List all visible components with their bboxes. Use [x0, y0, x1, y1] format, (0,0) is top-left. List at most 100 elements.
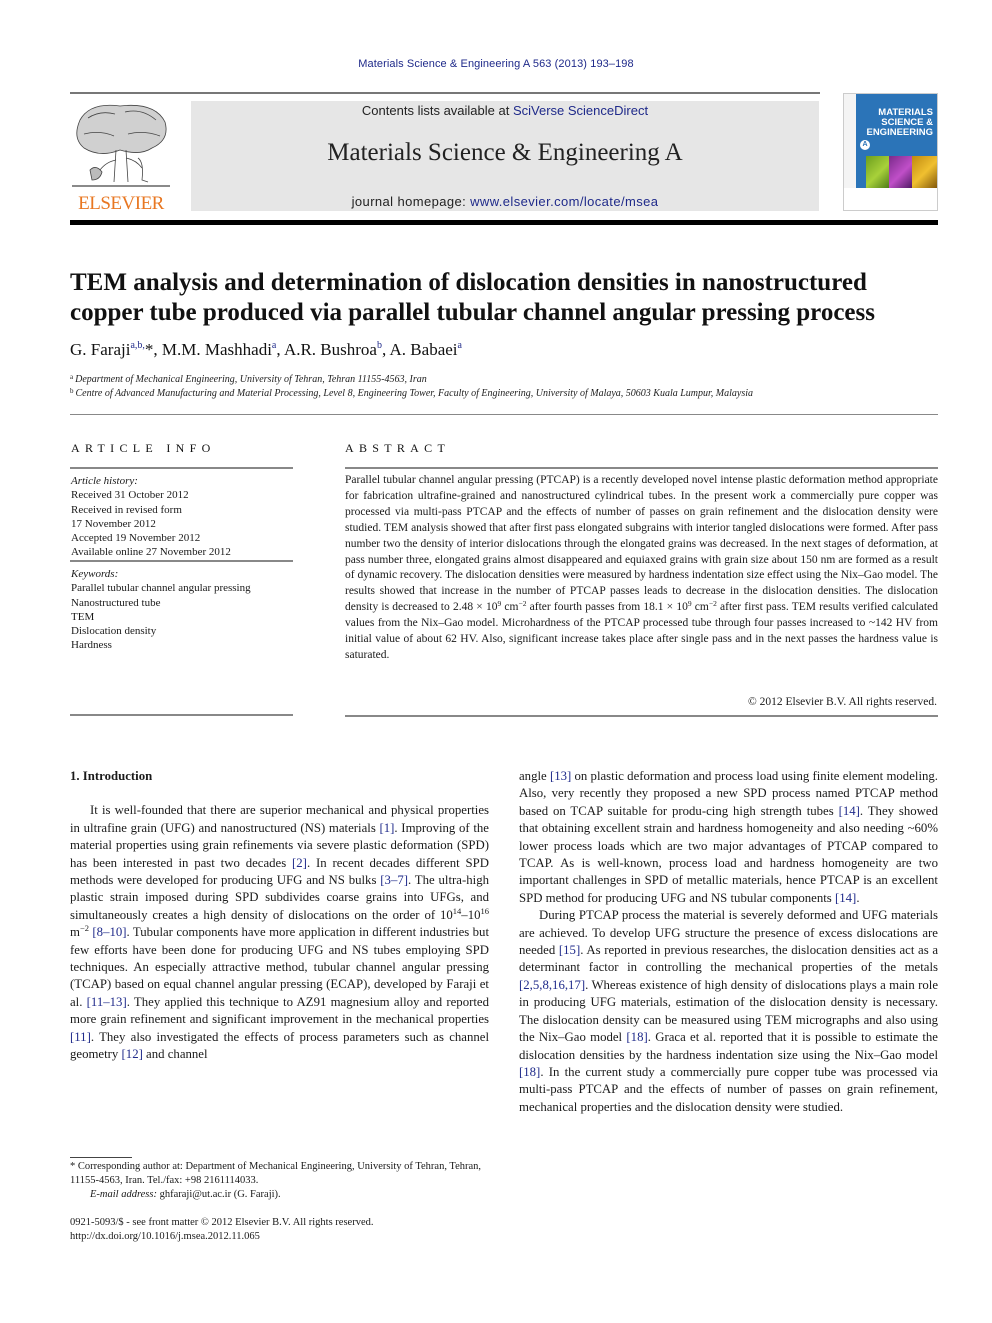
affiliation-mark: a [70, 373, 74, 381]
abstract-segment: after fourth passes from 18.1 × 10 [526, 601, 688, 614]
abstract-segment: Parallel tubular channel angular pressin… [345, 474, 938, 614]
email-label: E-mail address: [90, 1189, 157, 1200]
homepage-prefix: journal homepage: [351, 194, 471, 209]
cover-badge: A [860, 140, 870, 150]
elsevier-wordmark: ELSEVIER [78, 193, 164, 214]
superscript: −2 [79, 923, 90, 934]
history-label: Article history: [71, 475, 138, 487]
superscript: 16 [480, 905, 490, 916]
author-affil-link[interactable]: a [272, 340, 276, 351]
text: . They showed that obtaining excellent s… [519, 803, 938, 905]
abstract-copyright: © 2012 Elsevier B.V. All rights reserved… [748, 696, 937, 708]
author-name: A. Babaei [389, 340, 458, 359]
abstract-rule [345, 715, 938, 717]
article-info-rule [70, 560, 293, 562]
cover-micrograph-yellow [912, 156, 937, 188]
citation-link[interactable]: [18] [519, 1065, 540, 1079]
issn-block: 0921-5093/$ - see front matter © 2012 El… [70, 1216, 373, 1244]
keywords-label: Keywords: [71, 568, 119, 580]
citation-link[interactable]: [2,5,8,16,17] [519, 978, 585, 992]
text: m [70, 925, 80, 940]
article-title: TEM analysis and determination of disloc… [70, 269, 875, 326]
contents-line: Contents lists available at SciVerse Sci… [191, 103, 819, 118]
homepage-line: journal homepage: www.elsevier.com/locat… [191, 194, 819, 209]
abstract-text: Parallel tubular channel angular pressin… [345, 473, 938, 664]
citation-link[interactable]: [13] [550, 769, 571, 783]
history-item: Received in revised form [71, 503, 182, 516]
affiliation-mark: b [70, 387, 74, 395]
keyword-item: Nanostructured tube [71, 596, 161, 609]
history-item: Received 31 October 2012 [71, 489, 189, 502]
body-column-left: 1. Introduction It is well-founded that … [70, 768, 489, 1064]
issn-line: 0921-5093/$ - see front matter © 2012 El… [70, 1217, 374, 1228]
article-info-heading: ARTICLE INFO [71, 441, 216, 455]
section-divider [70, 414, 938, 415]
footnote: * Corresponding author at: Department of… [70, 1160, 490, 1202]
text: and channel [142, 1047, 208, 1062]
author-affil-link[interactable]: a [458, 340, 462, 351]
author-name: G. Faraji [70, 340, 131, 359]
elsevier-tree-icon [72, 104, 170, 187]
contents-prefix: Contents lists available at [361, 103, 513, 118]
citation-link[interactable]: [1] [380, 821, 395, 835]
journal-cover-image[interactable]: MATERIALS SCIENCE & ENGINEERING A [843, 93, 938, 211]
paragraph: It is well-founded that there are superi… [70, 802, 489, 1063]
cover-footer [844, 188, 937, 210]
journal-banner: Contents lists available at SciVerse Sci… [191, 101, 819, 211]
text: . In the current study a commercially pu… [519, 1064, 938, 1114]
author-affil-link[interactable]: b [377, 340, 382, 351]
doi-link[interactable]: http://dx.doi.org/10.1016/j.msea.2012.11… [70, 1230, 373, 1244]
article-history: Article history: Received 31 October 201… [71, 474, 231, 560]
citation-link[interactable]: [14] [839, 804, 860, 818]
citation-link[interactable]: [3–7] [380, 873, 408, 887]
cover-title-line: ENGINEERING [866, 127, 933, 138]
abstract-rule [345, 467, 938, 469]
keyword-item: Parallel tubular channel angular pressin… [71, 582, 251, 595]
text: –10 [461, 907, 481, 922]
email-address[interactable]: ghfaraji@ut.ac.ir (G. Faraji). [157, 1189, 281, 1200]
abstract-segment: cm [501, 601, 519, 614]
citation-link[interactable]: [8–10] [92, 925, 126, 939]
affiliation-b: b Centre of Advanced Manufacturing and Ma… [70, 387, 753, 399]
history-item: Available online 27 November 2012 [71, 546, 231, 559]
body-column-right: angle [13] on plastic deformation and pr… [519, 768, 938, 1116]
keyword-item: Hardness [71, 639, 112, 652]
author-list: G. Farajia,b,*, M.M. Mashhadia, A.R. Bus… [70, 340, 462, 359]
text: angle [519, 769, 550, 783]
history-item: 17 November 2012 [71, 517, 156, 530]
cover-title: MATERIALS SCIENCE & ENGINEERING [866, 108, 933, 138]
citation-link[interactable]: [11] [70, 1030, 91, 1044]
citation-link[interactable]: [11–13] [87, 995, 127, 1009]
citation-link[interactable]: [18] [626, 1030, 647, 1044]
header-bottom-rule [70, 220, 938, 225]
paragraph: angle [13] on plastic deformation and pr… [519, 768, 938, 907]
affiliation-text: Centre of Advanced Manufacturing and Mat… [75, 388, 754, 399]
corresponding-star[interactable]: * [145, 340, 154, 359]
keyword-item: Dislocation density [71, 625, 157, 638]
affiliation-a: a Department of Mechanical Engineering, U… [70, 373, 427, 385]
keywords: Keywords: Parallel tubular channel angul… [71, 567, 251, 653]
article-info-rule [70, 714, 293, 716]
author-affil-link[interactable]: a,b, [130, 340, 144, 351]
text: . As reported in previous researches, th… [519, 943, 939, 975]
citation-link[interactable]: [14] [835, 891, 856, 905]
homepage-link[interactable]: www.elsevier.com/locate/msea [470, 194, 658, 209]
header-top-rule [70, 92, 820, 94]
affiliation-text: Department of Mechanical Engineering, Un… [75, 374, 427, 385]
running-head[interactable]: Materials Science & Engineering A 563 (2… [0, 58, 992, 70]
author-name: M.M. Mashhadi [161, 340, 272, 359]
citation-link[interactable]: [15] [559, 943, 580, 957]
author-name: A.R. Bushroa [283, 340, 377, 359]
article-info-rule [70, 467, 293, 469]
paragraph: During PTCAP process the material is sev… [519, 907, 938, 1116]
section-heading: 1. Introduction [70, 769, 153, 783]
history-item: Accepted 19 November 2012 [71, 532, 201, 545]
superscript: −2 [708, 599, 717, 609]
citation-link[interactable]: [12] [122, 1047, 143, 1061]
citation-link[interactable]: [2] [292, 856, 307, 870]
sciencedirect-link[interactable]: SciVerse ScienceDirect [513, 103, 648, 118]
elsevier-logo[interactable]: ELSEVIER [70, 100, 172, 214]
text: . [856, 890, 860, 905]
abstract-heading: ABSTRACT [345, 441, 451, 455]
footnote-rule [70, 1157, 132, 1158]
